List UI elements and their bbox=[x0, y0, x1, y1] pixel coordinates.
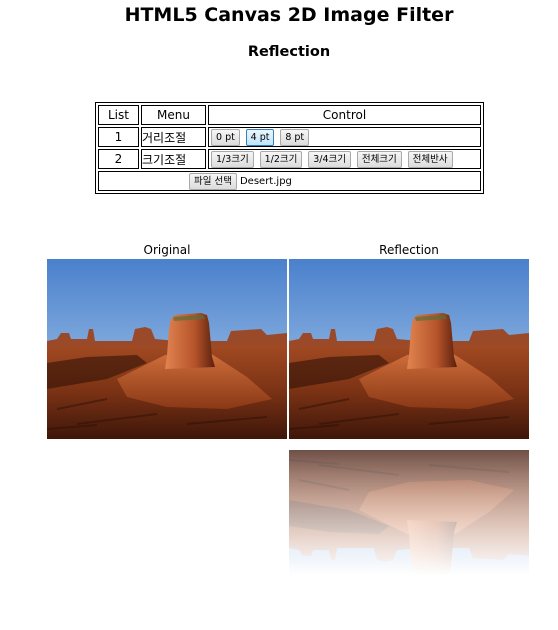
size-third-button[interactable]: 1/3크기 bbox=[211, 150, 254, 168]
distance-0pt-button[interactable]: 0 pt bbox=[211, 128, 240, 146]
size-controls: 1/3크기 1/2크기 3/4크기 전체크기 전체반사 bbox=[208, 149, 481, 169]
distance-4pt-button[interactable]: 4 pt bbox=[245, 128, 275, 146]
desert-photo-icon bbox=[289, 450, 529, 630]
table-row: 파일 선택 Desert.jpg bbox=[98, 171, 481, 191]
row-number: 2 bbox=[98, 149, 139, 169]
full-reflection-button[interactable]: 전체반사 bbox=[407, 150, 453, 168]
size-full-button[interactable]: 전체크기 bbox=[356, 150, 402, 168]
original-image bbox=[47, 259, 287, 439]
reflection-mirror-image bbox=[289, 450, 529, 630]
page-subtitle: Reflection bbox=[247, 44, 331, 60]
original-label: Original bbox=[143, 243, 191, 257]
table-header-row: List Menu Control bbox=[98, 105, 481, 125]
control-table: List Menu Control 1 거리조절 0 pt 4 pt 8 pt … bbox=[95, 102, 484, 194]
file-name: Desert.jpg bbox=[239, 175, 292, 187]
table-row: 1 거리조절 0 pt 4 pt 8 pt bbox=[98, 127, 481, 147]
desert-photo-icon bbox=[47, 259, 287, 439]
reflection-label: Reflection bbox=[379, 243, 439, 257]
header-control: Control bbox=[208, 105, 481, 125]
size-three-quarter-button[interactable]: 3/4크기 bbox=[308, 150, 351, 168]
header-menu: Menu bbox=[141, 105, 206, 125]
row-number: 1 bbox=[98, 127, 139, 147]
table-row: 2 크기조절 1/3크기 1/2크기 3/4크기 전체크기 전체반사 bbox=[98, 149, 481, 169]
page-title: HTML5 Canvas 2D Image Filter bbox=[124, 4, 454, 26]
file-cell: 파일 선택 Desert.jpg bbox=[98, 171, 481, 191]
header-list: List bbox=[98, 105, 139, 125]
reflection-image bbox=[289, 259, 529, 439]
size-half-button[interactable]: 1/2크기 bbox=[259, 150, 303, 168]
file-choose-button[interactable]: 파일 선택 bbox=[189, 172, 237, 190]
menu-size: 크기조절 bbox=[141, 149, 206, 169]
menu-distance: 거리조절 bbox=[141, 127, 206, 147]
distance-controls: 0 pt 4 pt 8 pt bbox=[208, 127, 481, 147]
distance-8pt-button[interactable]: 8 pt bbox=[280, 128, 310, 146]
desert-photo-icon bbox=[289, 259, 529, 439]
